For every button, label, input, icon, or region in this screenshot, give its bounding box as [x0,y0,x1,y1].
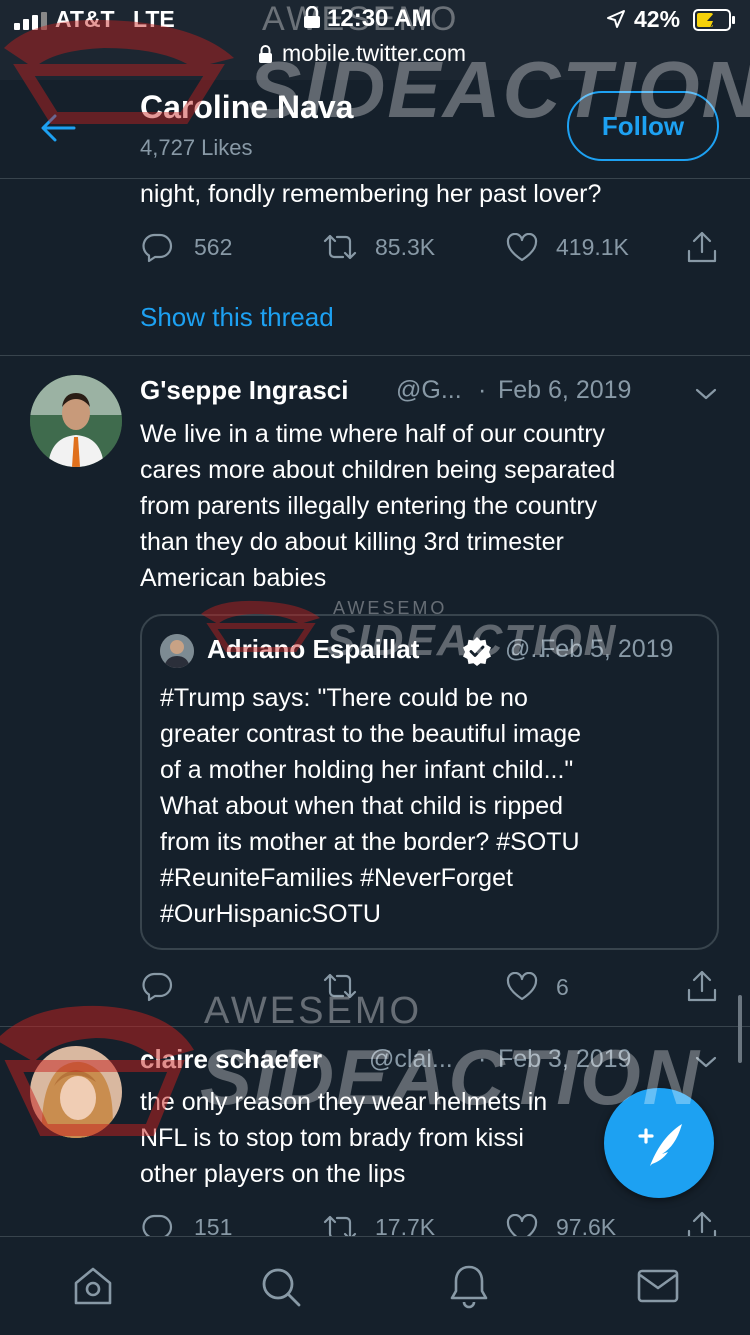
url-label[interactable]: mobile.twitter.com [282,40,466,67]
tweet-text: night, fondly remembering her past lover… [140,180,602,208]
tweet-text-line: from parents illegally entering the coun… [140,492,598,520]
show-thread-link[interactable]: Show this thread [140,302,334,333]
quoted-date: Feb 5, 2019 [540,635,674,663]
tweet-date: Feb 6, 2019 [498,376,632,404]
quoted-text-line: #OurHispanicSOTU [160,900,381,928]
tweet-divider [0,355,750,356]
search-icon[interactable] [259,1265,303,1309]
heart-icon[interactable] [506,972,538,1002]
author-handle: @G... [396,376,462,404]
bell-icon[interactable] [448,1263,490,1309]
speech-bubble-icon[interactable] [141,231,173,263]
like-count: 6 [556,974,569,1000]
tweet-text-line: American babies [140,564,327,592]
tweet-text-line: the only reason they wear helmets in [140,1088,548,1116]
quoted-text-line: greater contrast to the beautiful image [160,720,582,748]
like-count: 419.1K [556,234,629,260]
compose-button[interactable] [604,1088,714,1198]
tweet-text-line: We live in a time where half of our coun… [140,420,606,448]
watermark-logo-icon [201,600,320,652]
scroll-indicator [738,995,742,1063]
share-icon[interactable] [686,230,718,264]
date-separator: · [478,1045,487,1073]
mail-icon[interactable] [636,1267,680,1305]
tweet-text-line: cares more about children being separate… [140,456,616,484]
follow-button[interactable]: Follow [567,91,719,161]
watermark-logo-icon [0,1005,194,1136]
date-separator: · [478,376,487,404]
bottom-tab-bar [0,1236,750,1335]
likes-count: 4,727 Likes [140,135,253,160]
share-icon[interactable] [686,969,718,1003]
heart-icon[interactable] [506,233,538,263]
avatar[interactable] [30,375,122,467]
chevron-down-icon[interactable] [694,1054,718,1070]
clock-time: 12:30 AM [327,5,432,32]
tweet-date: Feb 3, 2019 [498,1045,632,1073]
battery-icon [693,9,735,31]
watermark-logo-icon [4,19,234,124]
tweet-text-line: than they do about killing 3rd trimester [140,528,564,556]
avatar [160,634,194,668]
retweet-count: 85.3K [375,234,436,260]
tweet-text-line: other players on the lips [140,1160,406,1188]
chevron-down-icon[interactable] [694,386,718,402]
home-icon[interactable] [72,1265,114,1307]
quoted-text-line: from its mother at the border? #SOTU [160,828,580,856]
quoted-text-line: What about when that child is ripped [160,792,564,820]
author-name[interactable]: G'seppe Ingrasci [140,375,348,406]
quoted-text-line: of a mother holding her infant child..." [160,756,574,784]
quoted-text-line: #Trump says: "There could be no [160,684,528,712]
compose-feather-icon [638,1124,682,1166]
battery-percent: 42% [634,6,681,32]
lock-icon [304,6,320,28]
verified-badge-icon [463,637,491,666]
location-arrow-icon [607,10,625,28]
retweet-icon[interactable] [322,231,358,263]
reply-count: 562 [194,234,233,260]
lock-icon [259,45,272,63]
author-handle: @clai... [369,1045,453,1073]
quoted-text-line: #ReuniteFamilies #NeverForget [160,864,513,892]
retweet-icon[interactable] [322,970,358,1002]
